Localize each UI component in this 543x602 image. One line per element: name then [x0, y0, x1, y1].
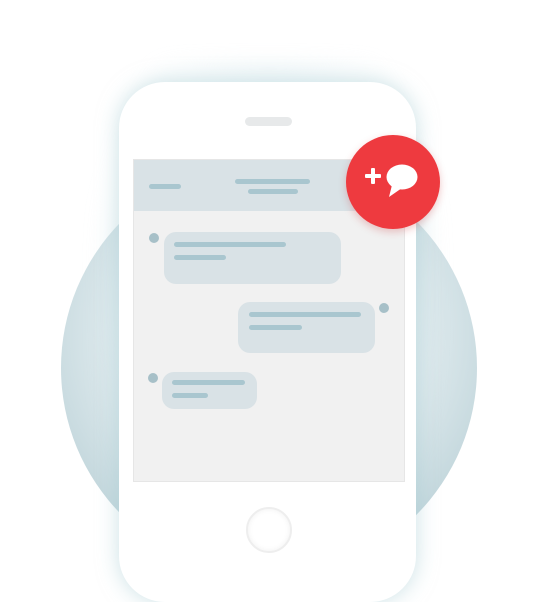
- message-line-placeholder: [249, 312, 361, 317]
- header-subtitle-placeholder: [248, 189, 298, 194]
- message-avatar-dot: [148, 373, 158, 383]
- phone-speaker: [245, 117, 292, 126]
- message-line-placeholder: [249, 325, 302, 330]
- message-line-placeholder: [172, 393, 208, 398]
- message-line-placeholder: [174, 255, 226, 260]
- add-comment-icon: [365, 164, 418, 197]
- illustration: [0, 0, 543, 602]
- phone-home-button[interactable]: [246, 507, 292, 553]
- message-line-placeholder: [172, 380, 245, 385]
- message-bubble-incoming: [164, 232, 341, 284]
- message-bubble-outgoing: [238, 302, 375, 353]
- header-title-placeholder: [235, 179, 310, 184]
- message-avatar-dot: [379, 303, 389, 313]
- message-avatar-dot: [149, 233, 159, 243]
- header-back-placeholder: [149, 184, 181, 189]
- new-chat-button[interactable]: [346, 135, 440, 229]
- message-line-placeholder: [174, 242, 286, 247]
- message-bubble-incoming: [162, 372, 257, 409]
